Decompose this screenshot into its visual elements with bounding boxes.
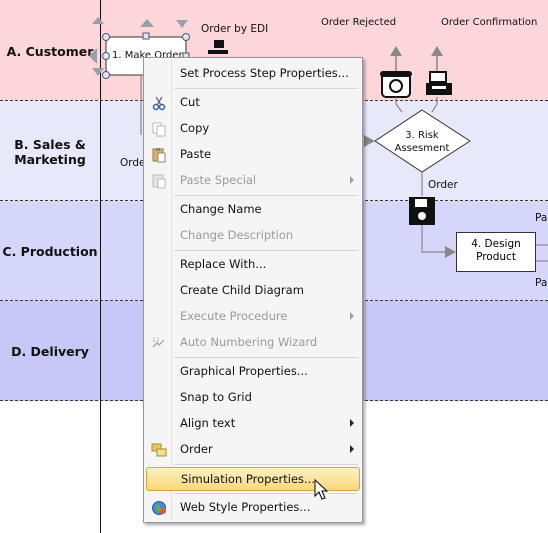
context-menu: Set Process Step Properties... Cut Copy … bbox=[143, 57, 363, 523]
menu-item-cut[interactable]: Cut bbox=[146, 91, 360, 115]
menu-item-label: Paste Special bbox=[180, 173, 257, 187]
menu-item-graphical-properties[interactable]: Graphical Properties... bbox=[146, 360, 360, 384]
menu-item-label: Snap to Grid bbox=[180, 390, 252, 404]
svg-text:12: 12 bbox=[152, 337, 160, 344]
arrow-right-icon bbox=[364, 135, 375, 147]
resize-arrow-top-right bbox=[140, 19, 154, 27]
menu-item-set-process-step-properties[interactable]: Set Process Step Properties... bbox=[146, 62, 360, 86]
resize-arrow-top-left bbox=[92, 17, 104, 24]
menu-separator bbox=[174, 493, 358, 494]
menu-item-copy[interactable]: Copy bbox=[146, 117, 360, 141]
resize-arrow-right-top bbox=[176, 20, 188, 28]
order-confirmation-label: Order Confirmation bbox=[441, 17, 538, 28]
menu-item-web-style-properties[interactable]: Web Style Properties... bbox=[146, 496, 360, 520]
order-rejected-label: Order Rejected bbox=[321, 17, 397, 28]
selection-handle bbox=[142, 32, 150, 40]
submenu-arrow-icon bbox=[350, 312, 354, 320]
menu-item-label: Align text bbox=[180, 416, 236, 430]
menu-item-label: Cut bbox=[180, 95, 200, 109]
menu-item-auto-numbering-wizard[interactable]: 12 Auto Numbering Wizard bbox=[146, 331, 360, 355]
pa-bottom-label: Pa bbox=[535, 277, 548, 289]
menu-item-label: Simulation Properties... bbox=[181, 472, 315, 486]
menu-item-label: Create Child Diagram bbox=[180, 283, 304, 297]
menu-item-snap-to-grid[interactable]: Snap to Grid bbox=[146, 386, 360, 410]
selection-handle bbox=[102, 33, 110, 41]
menu-item-label: Web Style Properties... bbox=[180, 500, 311, 514]
menu-separator bbox=[174, 464, 358, 465]
menu-item-change-description[interactable]: Change Description bbox=[146, 224, 360, 248]
arrow-up-icon bbox=[431, 46, 443, 56]
auto-numbering-icon: 12 bbox=[152, 337, 165, 348]
scissors-icon bbox=[152, 96, 166, 111]
menu-item-label: Set Process Step Properties... bbox=[180, 66, 349, 80]
order-layers-icon bbox=[151, 443, 167, 457]
menu-item-label: Copy bbox=[180, 121, 210, 135]
menu-item-align-text[interactable]: Align text bbox=[146, 412, 360, 436]
menu-item-label: Change Name bbox=[180, 202, 262, 216]
submenu-arrow-icon bbox=[350, 176, 354, 184]
menu-item-change-name[interactable]: Change Name bbox=[146, 198, 360, 222]
menu-separator bbox=[174, 250, 358, 251]
submenu-arrow-icon bbox=[350, 419, 354, 427]
selection-handle bbox=[102, 52, 110, 60]
resize-arrow-left bbox=[89, 48, 97, 64]
menu-item-execute-procedure[interactable]: Execute Procedure bbox=[146, 305, 360, 329]
menu-item-order[interactable]: Order bbox=[146, 438, 360, 462]
arrow-right-icon bbox=[445, 246, 456, 258]
menu-item-label: Order bbox=[180, 442, 213, 456]
risk-assessment-label[interactable]: 3. Risk Assesment bbox=[392, 129, 452, 155]
submenu-arrow-icon bbox=[350, 445, 354, 453]
pa-top-label: Pa bbox=[535, 212, 548, 224]
paste-icon bbox=[152, 148, 166, 163]
menu-item-paste-special[interactable]: Paste Special bbox=[146, 169, 360, 193]
menu-item-label: Change Description bbox=[180, 228, 294, 242]
menu-item-replace-with[interactable]: Replace With... bbox=[146, 253, 360, 277]
menu-item-label: Auto Numbering Wizard bbox=[180, 335, 318, 349]
phone-icon bbox=[380, 71, 412, 98]
menu-separator bbox=[174, 357, 358, 358]
selection-handle bbox=[182, 33, 190, 41]
menu-item-label: Graphical Properties... bbox=[180, 364, 308, 378]
menu-item-paste[interactable]: Paste bbox=[146, 143, 360, 167]
menu-item-simulation-properties[interactable]: Simulation Properties... bbox=[146, 467, 360, 491]
globe-icon bbox=[152, 501, 166, 515]
risk-assessment-text: 3. Risk Assesment bbox=[394, 130, 450, 154]
copy-icon bbox=[152, 122, 166, 137]
menu-separator bbox=[174, 195, 358, 196]
arrow-up-icon bbox=[390, 46, 402, 56]
orde-partial-label: Orde bbox=[120, 157, 146, 169]
selection-handle bbox=[102, 71, 110, 79]
edi-icon bbox=[208, 40, 228, 54]
order-connector-label: Order bbox=[428, 179, 458, 191]
printer-icon bbox=[426, 71, 452, 95]
floppy-disk-icon bbox=[409, 197, 435, 225]
paste-special-icon bbox=[152, 174, 166, 189]
design-product-label: 4. Design Product bbox=[471, 238, 521, 263]
menu-item-label: Paste bbox=[180, 147, 212, 161]
menu-separator bbox=[174, 88, 358, 89]
order-by-edi-label: Order by EDI bbox=[201, 23, 269, 35]
menu-item-label: Execute Procedure bbox=[180, 309, 288, 323]
design-product-shape[interactable]: 4. Design Product bbox=[456, 232, 536, 272]
menu-item-create-child-diagram[interactable]: Create Child Diagram bbox=[146, 279, 360, 303]
menu-item-label: Replace With... bbox=[180, 257, 267, 271]
